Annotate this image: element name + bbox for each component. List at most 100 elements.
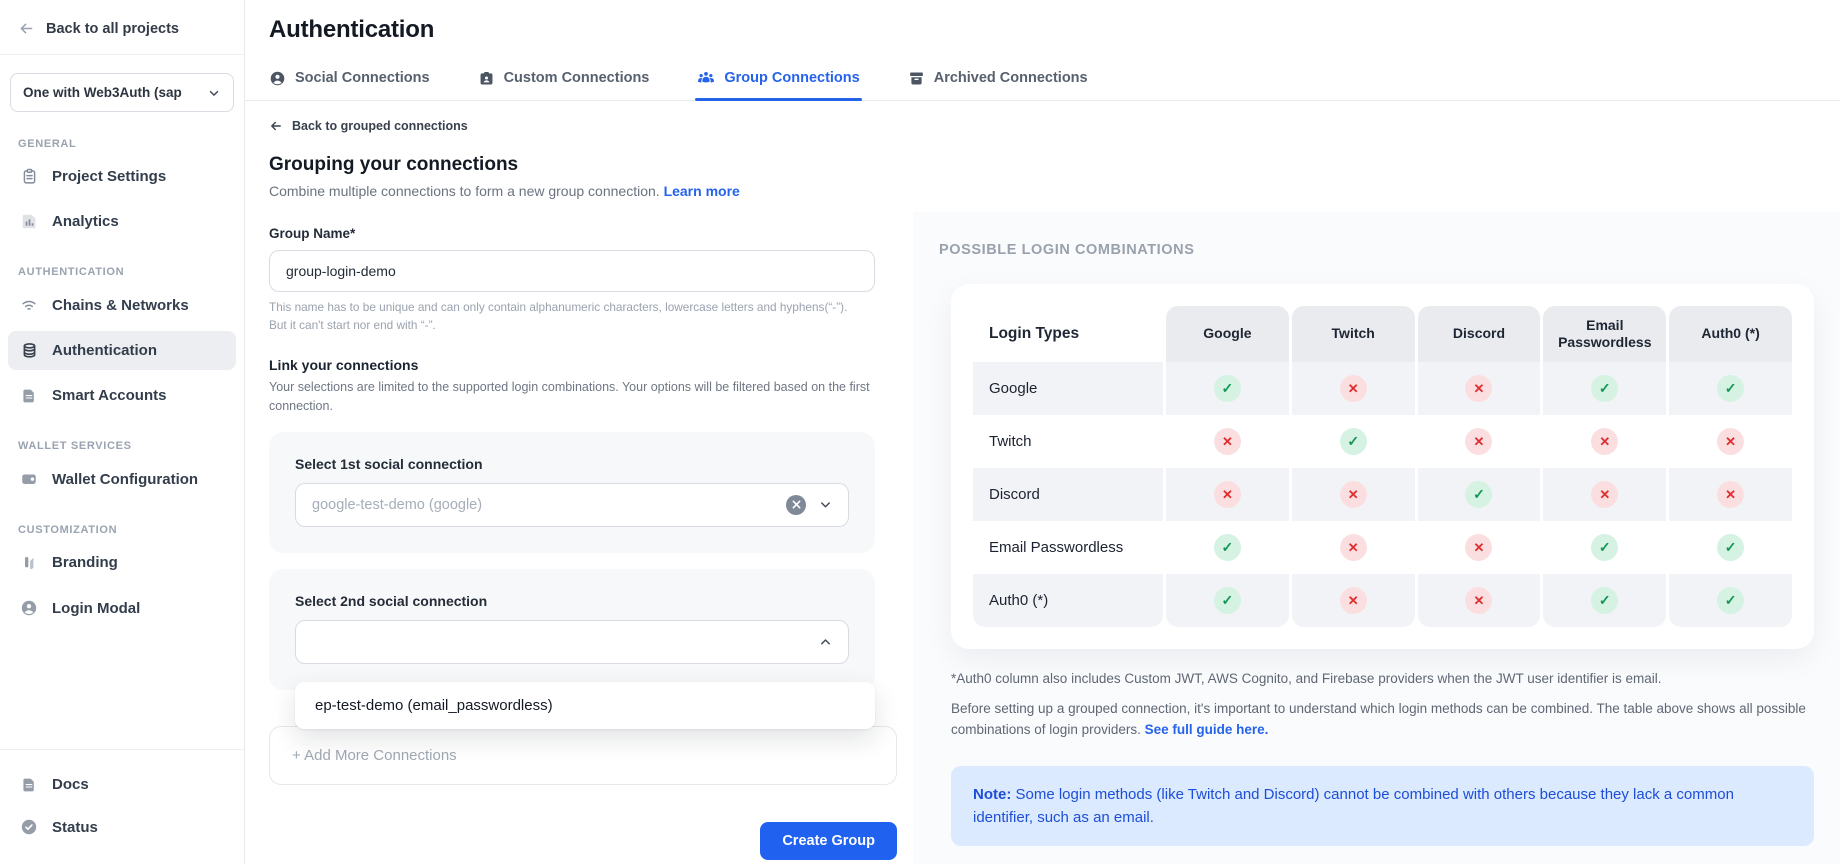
back-link-label: Back to grouped connections	[292, 119, 468, 133]
sidebar-spacer	[0, 631, 244, 749]
sidebar-item-status[interactable]: Status	[8, 807, 236, 847]
sidebar-item-label: Login Modal	[52, 600, 140, 617]
table-cell: ✓	[1418, 468, 1541, 521]
sidebar-item-label: Analytics	[52, 213, 119, 230]
brush-icon	[19, 555, 39, 571]
combination-mark: ✕	[1465, 534, 1492, 561]
combinations-table: Login Types Google Twitch Discord Email …	[973, 306, 1792, 627]
first-connection-card: Select 1st social connection google-test…	[269, 432, 875, 553]
combination-mark: ✓	[1591, 587, 1618, 614]
create-group-button[interactable]: Create Group	[760, 822, 897, 860]
table-cell: ✓	[1166, 574, 1289, 627]
check-circle-icon	[19, 818, 39, 836]
combination-mark: ✕	[1340, 534, 1367, 561]
link-connections-title: Link your connections	[269, 357, 897, 373]
sidebar-item-smart-accounts[interactable]: Smart Accounts	[8, 376, 236, 415]
table-cell: ✕	[1543, 468, 1666, 521]
page-title: Authentication	[269, 16, 1840, 44]
first-connection-select[interactable]: google-test-demo (google)	[295, 483, 849, 527]
users-group-icon	[697, 69, 715, 87]
combination-mark: ✓	[1465, 481, 1492, 508]
sidebar-item-authentication[interactable]: Authentication	[8, 331, 236, 370]
back-to-projects-link[interactable]: Back to all projects	[0, 0, 244, 55]
group-name-help: This name has to be unique and can only …	[269, 299, 897, 334]
sidebar-item-wallet-configuration[interactable]: Wallet Configuration	[8, 459, 236, 499]
row-label: Email Passwordless	[973, 521, 1163, 574]
table-cell: ✕	[1292, 574, 1415, 627]
sidebar-item-chains-networks[interactable]: Chains & Networks	[8, 285, 236, 325]
tab-label: Group Connections	[724, 70, 859, 86]
document-icon	[19, 777, 39, 793]
group-name-input[interactable]	[269, 250, 875, 292]
clipboard-icon	[19, 168, 39, 185]
tab-archived-connections[interactable]: Archived Connections	[908, 69, 1088, 100]
row-label: Twitch	[973, 415, 1163, 468]
column-header-google: Google	[1166, 306, 1289, 362]
group-name-help-line1: This name has to be unique and can only …	[269, 299, 897, 317]
main-content: Authentication Social Connections Custom…	[245, 0, 1840, 864]
column-header-email-passwordless: Email Passwordless	[1543, 306, 1666, 362]
add-more-connections-button[interactable]: + Add More Connections	[269, 726, 897, 785]
combination-mark: ✕	[1717, 428, 1744, 455]
combination-mark: ✕	[1465, 375, 1492, 402]
table-cell: ✕	[1543, 415, 1666, 468]
dropdown-option-ep-test-demo[interactable]: ep-test-demo (email_passwordless)	[295, 682, 875, 729]
sidebar-item-label: Project Settings	[52, 168, 166, 185]
project-selector[interactable]: One with Web3Auth (sap	[10, 73, 234, 112]
row-label: Google	[973, 362, 1163, 415]
combination-mark: ✕	[1340, 375, 1367, 402]
full-guide-link[interactable]: See full guide here.	[1145, 722, 1269, 737]
link-connections-description: Your selections are limited to the suppo…	[269, 378, 889, 416]
clear-selection-icon[interactable]	[786, 495, 806, 515]
row-label: Discord	[973, 468, 1163, 521]
arrow-left-icon	[269, 119, 283, 133]
table-cell: ✕	[1418, 574, 1541, 627]
sidebar-item-label: Status	[52, 819, 98, 836]
learn-more-link[interactable]: Learn more	[664, 183, 740, 199]
table-cell: ✓	[1543, 574, 1666, 627]
combination-mark: ✓	[1717, 534, 1744, 561]
select-second-connection-label: Select 2nd social connection	[295, 593, 849, 609]
table-cell: ✕	[1669, 415, 1792, 468]
table-cell: ✓	[1669, 362, 1792, 415]
combination-mark: ✕	[1340, 481, 1367, 508]
auth0-footnote: *Auth0 column also includes Custom JWT, …	[951, 671, 1814, 686]
group-name-help-line2: But it can't start nor end with “-”.	[269, 317, 897, 335]
back-to-projects-label: Back to all projects	[46, 21, 179, 37]
guide-paragraph: Before setting up a grouped connection, …	[951, 699, 1814, 741]
note-box: Note: Some login methods (like Twitch an…	[951, 766, 1814, 847]
tab-label: Archived Connections	[934, 70, 1088, 86]
sidebar-item-analytics[interactable]: Analytics	[8, 202, 236, 241]
combination-mark: ✓	[1214, 534, 1241, 561]
sidebar-section-general: GENERAL	[18, 138, 226, 150]
note-label: Note:	[973, 786, 1011, 803]
database-stack-icon	[19, 342, 39, 359]
form-title: Grouping your connections	[269, 154, 897, 176]
archive-box-icon	[908, 70, 925, 87]
sidebar-item-project-settings[interactable]: Project Settings	[8, 157, 236, 196]
second-connection-select[interactable]	[295, 620, 849, 664]
combination-mark: ✕	[1214, 428, 1241, 455]
group-connection-form: Back to grouped connections Grouping you…	[269, 104, 897, 860]
combination-mark: ✕	[1340, 587, 1367, 614]
sidebar-item-label: Smart Accounts	[52, 387, 166, 404]
table-cell: ✕	[1418, 362, 1541, 415]
sidebar-item-branding[interactable]: Branding	[8, 543, 236, 582]
combination-mark: ✕	[1591, 428, 1618, 455]
sidebar-section-authentication: AUTHENTICATION	[18, 266, 226, 278]
sidebar-item-login-modal[interactable]: Login Modal	[8, 588, 236, 628]
back-to-grouped-connections-link[interactable]: Back to grouped connections	[269, 119, 897, 133]
note-text: Some login methods (like Twitch and Disc…	[973, 786, 1734, 826]
sidebar-item-docs[interactable]: Docs	[8, 765, 236, 804]
tab-group-connections[interactable]: Group Connections	[697, 69, 859, 100]
combination-mark: ✓	[1214, 587, 1241, 614]
tab-social-connections[interactable]: Social Connections	[269, 69, 430, 100]
file-icon	[19, 388, 39, 404]
table-cell: ✓	[1543, 362, 1666, 415]
guide-text: Before setting up a grouped connection, …	[951, 701, 1806, 737]
tab-custom-connections[interactable]: Custom Connections	[478, 69, 650, 100]
badge-icon	[478, 70, 495, 87]
wallet-icon	[19, 470, 39, 488]
wifi-icon	[19, 296, 39, 314]
user-circle-icon	[19, 599, 39, 617]
